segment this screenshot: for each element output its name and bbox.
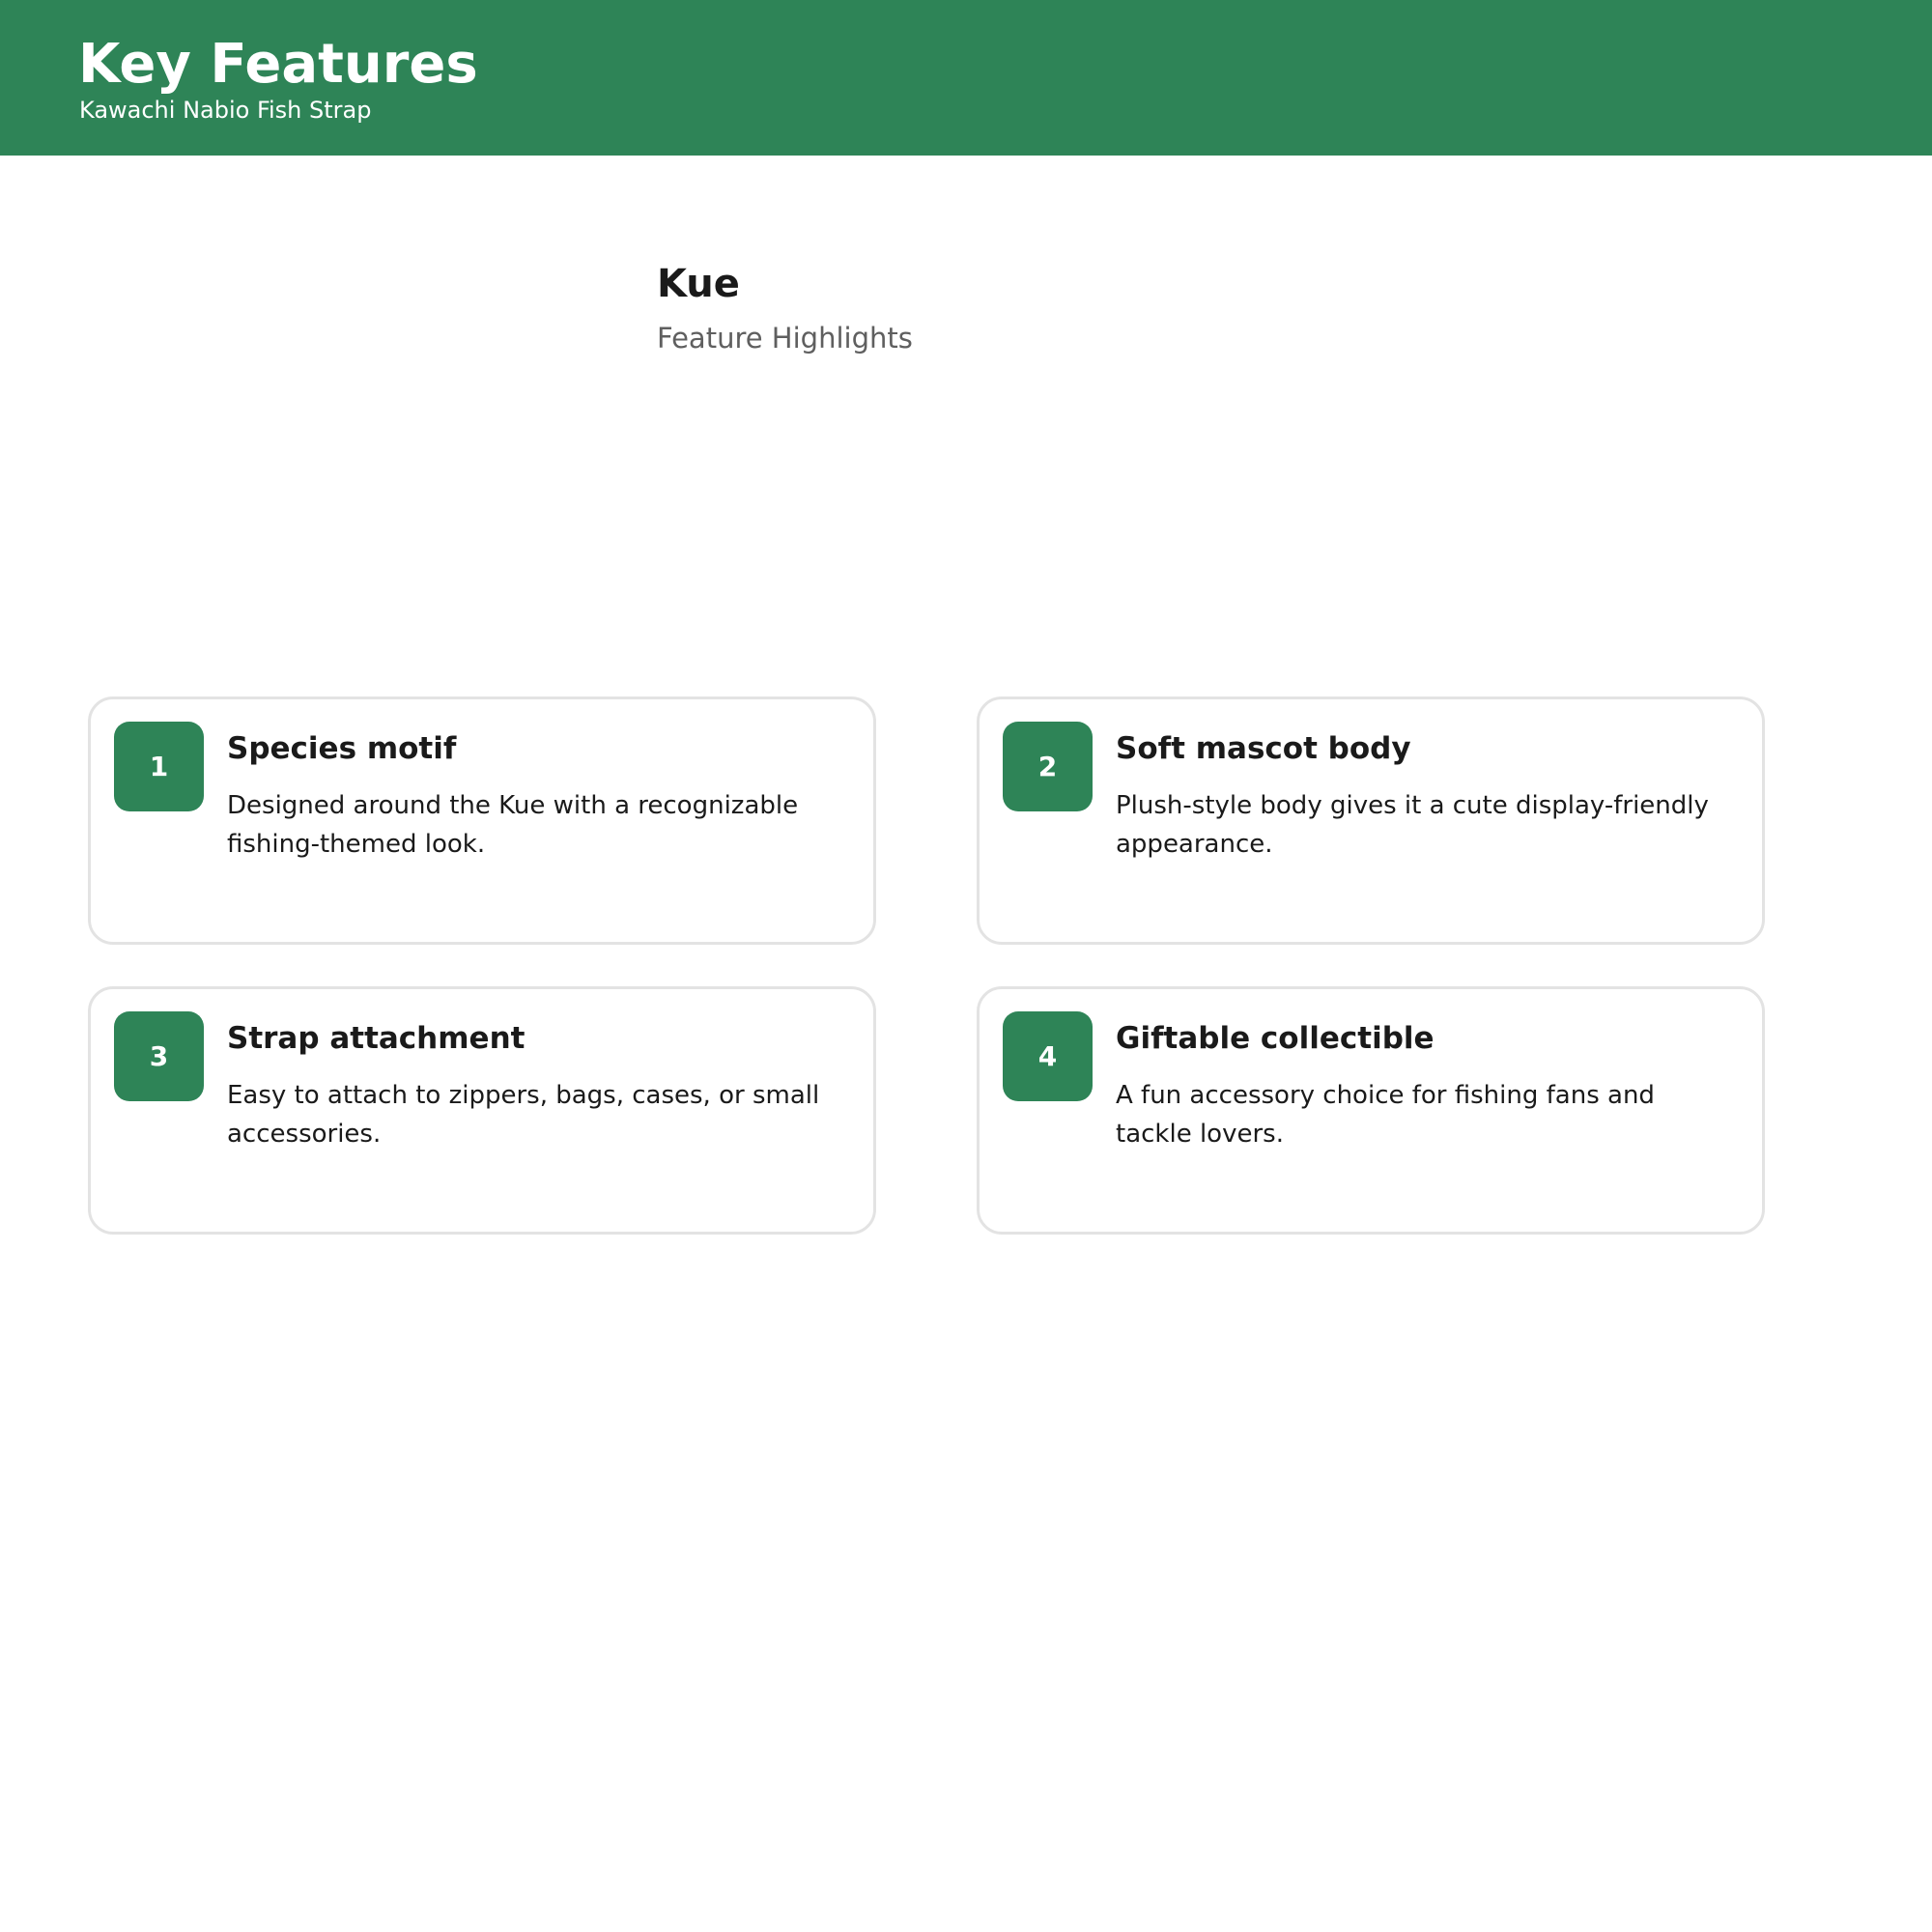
feature-card-strap-attachment: 3 Strap attachment Easy to attach to zip… [88,986,876,1235]
feature-card-giftable-collectible: 4 Giftable collectible A fun accessory c… [977,986,1765,1235]
feature-title: Giftable collectible [1116,1021,1435,1056]
feature-card-soft-mascot-body: 2 Soft mascot body Plush-style body give… [977,696,1765,945]
feature-description: Designed around the Kue with a recogniza… [227,791,799,859]
header-title: Key Features [78,33,478,96]
product-name: Kue [657,262,740,306]
header-subtitle: Kawachi Nabio Fish Strap [79,97,372,124]
feature-number-badge: 2 [1003,722,1093,811]
feature-title: Strap attachment [227,1021,526,1056]
feature-number-badge: 4 [1003,1011,1093,1101]
feature-number-badge: 3 [114,1011,204,1101]
feature-title: Species motif [227,731,457,766]
feature-description: Easy to attach to zippers, bags, cases, … [227,1081,820,1149]
page-header: Key Features Kawachi Nabio Fish Strap [0,0,1932,156]
feature-description: A fun accessory choice for fishing fans … [1116,1081,1655,1149]
feature-card-species-motif: 1 Species motif Designed around the Kue … [88,696,876,945]
section-label: Feature Highlights [657,322,913,355]
feature-title: Soft mascot body [1116,731,1411,766]
feature-number-badge: 1 [114,722,204,811]
feature-description: Plush-style body gives it a cute display… [1116,791,1709,859]
